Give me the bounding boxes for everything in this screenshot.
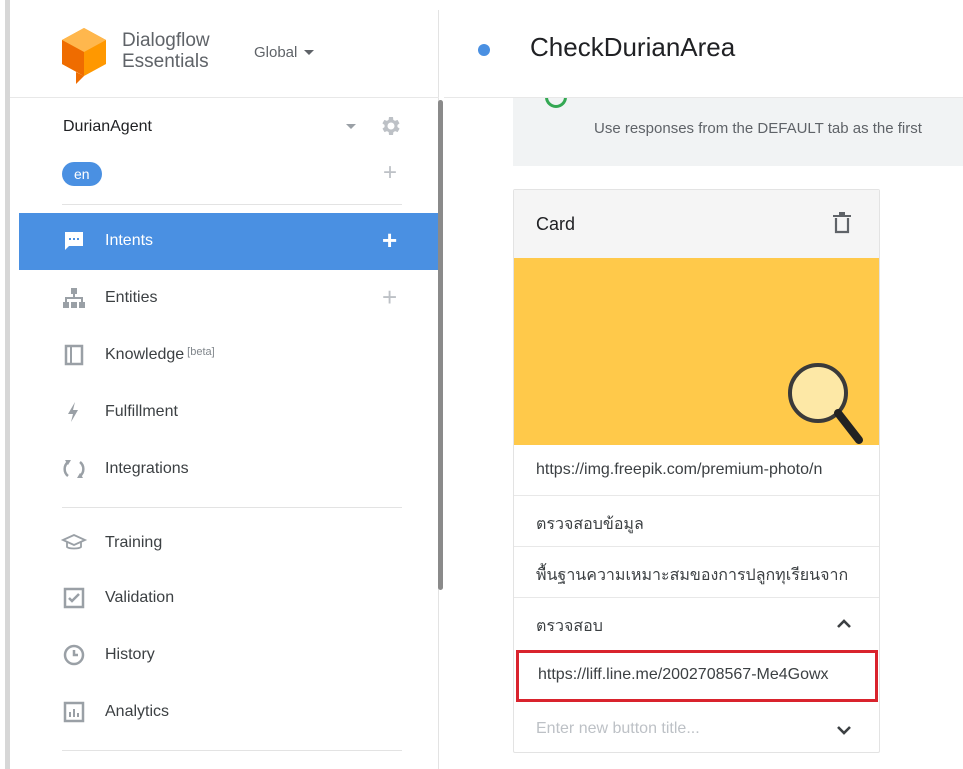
sidebar-item-label: Training xyxy=(105,534,163,551)
sidebar-item-history[interactable]: History xyxy=(19,627,438,684)
sidebar-item-analytics[interactable]: Analytics xyxy=(19,684,438,741)
sidebar-item-training[interactable]: Training xyxy=(19,515,438,572)
lightning-icon xyxy=(68,402,78,422)
product-name: Dialogflow Essentials xyxy=(122,30,210,72)
app-window: Dialogflow Essentials Global DurianAgent… xyxy=(0,0,963,769)
sidebar-item-knowledge[interactable]: Knowledge [beta] xyxy=(19,327,438,384)
sidebar-item-label: History xyxy=(105,646,155,663)
sidebar: Dialogflow Essentials Global DurianAgent… xyxy=(10,10,439,769)
dialogflow-logo-icon[interactable] xyxy=(60,26,108,84)
knowledge-label: Knowledge xyxy=(105,346,185,363)
card-header-title: Card xyxy=(536,214,576,234)
sidebar-item-entities[interactable]: Entities + xyxy=(19,270,438,327)
clock-icon xyxy=(63,644,85,666)
chevron-down-icon xyxy=(304,50,315,55)
intent-status-dot xyxy=(478,44,490,56)
book-icon xyxy=(64,344,84,366)
sidebar-item-label: Knowledge [beta] xyxy=(105,346,215,364)
magnifier-image xyxy=(514,258,879,445)
sidebar-item-fulfillment[interactable]: Fulfillment xyxy=(19,384,438,441)
image-url-value: https://img.freepik.com/premium-photo/n xyxy=(536,461,823,478)
sidebar-item-label: Entities xyxy=(105,289,158,306)
sync-arrows-icon xyxy=(63,460,85,478)
divider xyxy=(62,750,402,751)
gear-icon[interactable] xyxy=(378,114,402,138)
divider xyxy=(62,507,402,508)
sidebar-item-label: Integrations xyxy=(105,460,189,477)
default-responses-notice: Use responses from the DEFAULT tab as th… xyxy=(513,98,963,166)
brand-header: Dialogflow Essentials Global xyxy=(10,10,439,98)
sidebar-item-intents[interactable]: Intents + xyxy=(19,213,438,270)
sidebar-item-label: Analytics xyxy=(105,703,170,720)
intent-title[interactable]: CheckDurianArea xyxy=(530,32,735,63)
card-title-value: ตรวจสอบข้อมูล xyxy=(536,516,644,533)
region-label: Global xyxy=(254,44,298,61)
bar-chart-icon xyxy=(63,701,85,723)
sidebar-item-integrations[interactable]: Integrations xyxy=(19,441,438,498)
card-header: Card xyxy=(514,190,879,258)
product-name-line2: Essentials xyxy=(122,51,209,72)
button-title-field[interactable]: ตรวจสอบ xyxy=(514,598,879,649)
toggle-check-icon[interactable] xyxy=(545,98,567,108)
checkbox-icon xyxy=(63,587,85,609)
button-url-field[interactable]: https://liff.line.me/2002708567-Me4Gowx xyxy=(516,650,878,702)
product-name-line1: Dialogflow xyxy=(122,30,210,51)
sidebar-item-label: Fulfillment xyxy=(105,403,178,420)
beta-badge: [beta] xyxy=(187,346,215,358)
trash-icon[interactable] xyxy=(832,212,852,234)
region-selector[interactable]: Global xyxy=(254,44,315,61)
agent-name[interactable]: DurianAgent xyxy=(63,118,152,136)
card-image-preview xyxy=(514,258,879,445)
card-subtitle-field[interactable]: พื้นฐานความเหมาะสมของการปลูกทุเรียนจาก xyxy=(514,547,879,598)
divider xyxy=(62,204,402,205)
sidebar-scrollbar[interactable] xyxy=(438,100,443,590)
image-url-field[interactable]: https://img.freepik.com/premium-photo/n xyxy=(514,445,879,496)
card-title-field[interactable]: ตรวจสอบข้อมูล xyxy=(514,496,879,547)
card-response: Card https://img.freepik.com/premium-pho… xyxy=(513,189,880,753)
new-button-title-input[interactable]: Enter new button title... xyxy=(536,720,700,738)
add-entity-icon[interactable]: + xyxy=(382,284,397,310)
chevron-up-icon[interactable] xyxy=(836,616,852,632)
chevron-down-icon[interactable] xyxy=(836,722,852,738)
window-edge xyxy=(0,0,10,769)
add-intent-icon[interactable]: + xyxy=(382,227,397,253)
chat-bubble-icon xyxy=(65,232,83,250)
notice-text: Use responses from the DEFAULT tab as th… xyxy=(594,120,922,137)
button-title-value: ตรวจสอบ xyxy=(536,618,603,635)
hierarchy-icon xyxy=(63,288,85,308)
add-language-icon[interactable]: + xyxy=(380,160,400,186)
agent-dropdown-caret-icon[interactable] xyxy=(346,124,356,129)
intent-header: CheckDurianArea xyxy=(444,10,963,98)
sidebar-item-label: Intents xyxy=(105,232,154,249)
card-subtitle-value: พื้นฐานความเหมาะสมของการปลูกทุเรียนจาก xyxy=(536,567,849,584)
sidebar-item-label: Validation xyxy=(105,589,175,606)
sidebar-item-validation[interactable]: Validation xyxy=(19,570,438,627)
graduation-cap-icon xyxy=(60,534,88,550)
button-url-value: https://liff.line.me/2002708567-Me4Gowx xyxy=(538,666,829,683)
main-content: Use responses from the DEFAULT tab as th… xyxy=(444,98,963,769)
language-badge[interactable]: en xyxy=(62,162,102,186)
